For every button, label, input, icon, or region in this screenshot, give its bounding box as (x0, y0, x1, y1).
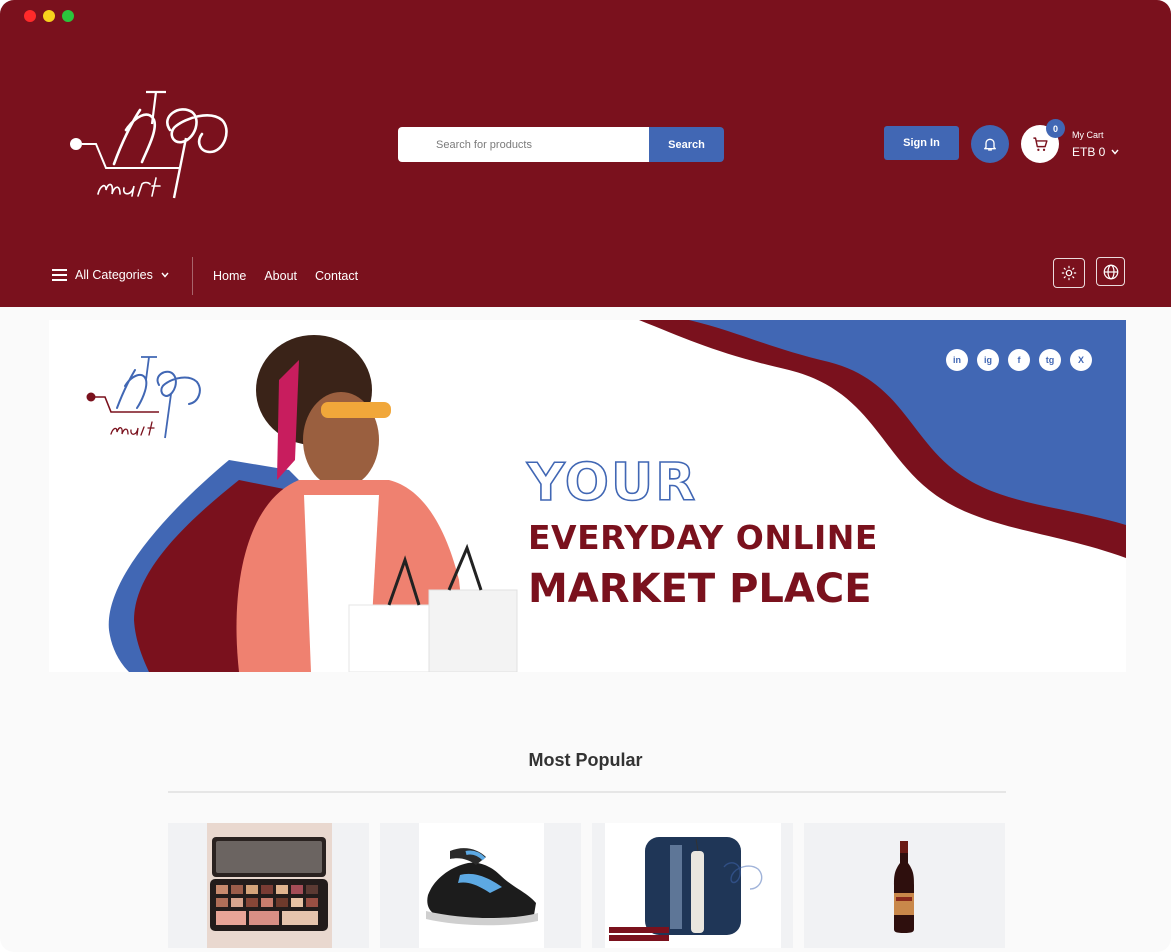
cart-count-badge: 0 (1046, 119, 1065, 138)
linkedin-icon[interactable]: in (946, 349, 968, 371)
product-image-wine-bottle (894, 841, 914, 933)
site-header: Search Sign In 0 My Cart ETB 0 (0, 0, 1171, 307)
banner-headline-line3: MARKET PLACE (528, 566, 872, 612)
product-image-eyeshadow-palette (207, 823, 332, 948)
nav-divider (192, 257, 193, 295)
nav-links: Home About Contact (213, 269, 358, 283)
banner-headline-line2: EVERYDAY ONLINE (528, 518, 878, 557)
cart-total-dropdown[interactable]: ETB 0 (1072, 145, 1119, 159)
maximize-window-button[interactable] (62, 10, 74, 22)
nav-link-contact[interactable]: Contact (315, 269, 358, 283)
product-grid (168, 823, 1005, 948)
globe-icon (1103, 264, 1118, 279)
social-links: in ig f tg X (946, 349, 1092, 371)
bell-icon (984, 138, 996, 151)
menu-icon (52, 269, 67, 281)
instagram-icon[interactable]: ig (977, 349, 999, 371)
product-image-candle (605, 823, 781, 948)
cart-label: My Cart (1072, 130, 1104, 140)
minimize-window-button[interactable] (43, 10, 55, 22)
search-input[interactable] (398, 127, 649, 162)
site-logo[interactable] (62, 82, 237, 207)
most-popular-title: Most Popular (528, 750, 643, 770)
search-button[interactable]: Search (649, 127, 724, 162)
sun-icon (1061, 265, 1077, 281)
chevron-down-icon (161, 272, 169, 278)
browser-window: Search Sign In 0 My Cart ETB 0 (0, 0, 1171, 952)
main-nav: All Categories Home About Contact (0, 256, 1171, 296)
chevron-down-icon (1111, 149, 1119, 155)
product-image-sneakers (419, 823, 544, 948)
nav-link-home[interactable]: Home (213, 269, 246, 283)
x-twitter-icon[interactable]: X (1070, 349, 1092, 371)
cart-total-value: ETB 0 (1072, 145, 1106, 159)
notifications-button[interactable] (971, 125, 1009, 163)
product-card[interactable] (168, 823, 369, 948)
language-button[interactable] (1096, 257, 1125, 286)
all-categories-label: All Categories (75, 268, 153, 282)
product-card[interactable] (592, 823, 793, 948)
close-window-button[interactable] (24, 10, 36, 22)
telegram-icon[interactable]: tg (1039, 349, 1061, 371)
product-card[interactable] (380, 823, 581, 948)
facebook-icon[interactable]: f (1008, 349, 1030, 371)
hero-banner[interactable]: in ig f tg X YOUR EVERYDAY ONLINE MARKET… (49, 320, 1126, 672)
section-divider (168, 791, 1006, 793)
nav-link-about[interactable]: About (264, 269, 297, 283)
sign-in-button[interactable]: Sign In (884, 126, 959, 160)
product-card[interactable] (804, 823, 1005, 948)
banner-headline-your: YOUR (526, 452, 698, 514)
search-bar: Search (398, 127, 724, 162)
theme-toggle-button[interactable] (1053, 258, 1085, 288)
all-categories-menu[interactable]: All Categories (52, 268, 169, 282)
window-controls (24, 10, 74, 22)
cart-icon (1032, 136, 1048, 151)
